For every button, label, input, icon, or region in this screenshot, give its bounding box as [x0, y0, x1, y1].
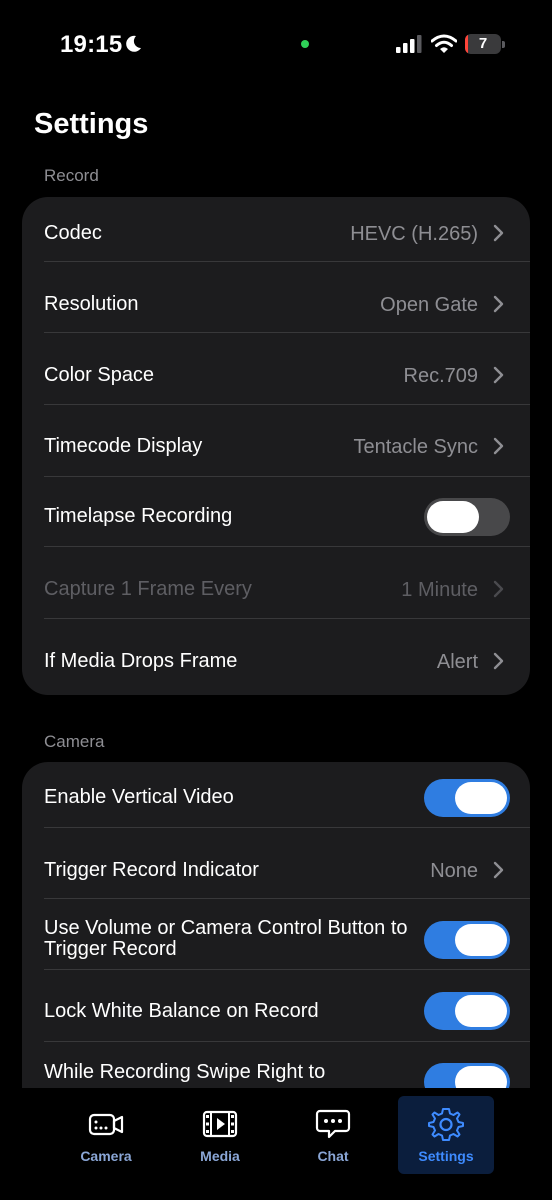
setting-label: Trigger Record Indicator: [44, 859, 259, 881]
setting-label: Timecode Display: [44, 435, 203, 457]
cellular-signal-icon: [396, 35, 422, 53]
gear-icon: [428, 1108, 464, 1141]
tab-label: Settings: [418, 1148, 474, 1164]
wifi-icon: [431, 34, 457, 53]
tab-chat[interactable]: Chat: [285, 1096, 381, 1174]
camera-settings-group: Enable Vertical Video Trigger Record Ind…: [22, 762, 530, 1122]
setting-row-if-media-drops-frame[interactable]: If Media Drops Frame Alert: [22, 619, 530, 695]
film-icon: [202, 1110, 238, 1138]
setting-label: If Media Drops Frame: [44, 650, 238, 672]
status-bar: 19:15 7: [0, 0, 552, 90]
page-title: Settings: [34, 108, 149, 140]
volume-trigger-record-toggle[interactable]: [424, 921, 510, 959]
chevron-right-icon: [493, 366, 504, 384]
chevron-right-icon: [493, 295, 504, 313]
setting-value: Rec.709: [403, 365, 479, 387]
camera-icon: [88, 1113, 124, 1136]
tab-media[interactable]: Media: [172, 1096, 268, 1174]
setting-value: Open Gate: [380, 294, 478, 316]
setting-row-trigger-record-indicator[interactable]: Trigger Record Indicator None: [22, 828, 530, 899]
setting-value: 1 Minute: [401, 579, 478, 601]
setting-row-capture-frame-every: Capture 1 Frame Every 1 Minute: [22, 547, 530, 619]
setting-row-timelapse-recording: Timelapse Recording: [22, 477, 530, 547]
setting-value: None: [430, 860, 478, 882]
setting-value: HEVC (H.265): [350, 223, 478, 245]
setting-label: Capture 1 Frame Every: [44, 578, 252, 600]
setting-label: Codec: [44, 222, 102, 244]
setting-label: Enable Vertical Video: [44, 786, 234, 808]
moon-icon: [126, 35, 141, 52]
chevron-right-icon: [493, 652, 504, 670]
lock-white-balance-toggle[interactable]: [424, 992, 510, 1030]
setting-row-resolution[interactable]: Resolution Open Gate: [22, 262, 530, 333]
setting-row-timecode-display[interactable]: Timecode Display Tentacle Sync: [22, 405, 530, 477]
tab-settings[interactable]: Settings: [398, 1096, 494, 1174]
tab-bar: Camera Media Chat Settings: [0, 1088, 552, 1200]
chevron-right-icon: [493, 224, 504, 242]
chat-bubble-icon: [315, 1109, 351, 1139]
setting-value: Alert: [436, 651, 478, 673]
setting-row-color-space[interactable]: Color Space Rec.709: [22, 333, 530, 405]
setting-row-enable-vertical-video: Enable Vertical Video: [22, 762, 530, 828]
setting-label: While Recording Swipe Right to: [44, 1061, 326, 1083]
timelapse-recording-toggle[interactable]: [424, 498, 510, 536]
setting-row-volume-trigger-record: Use Volume or Camera Control Button to T…: [22, 899, 530, 970]
setting-label: Timelapse Recording: [44, 505, 233, 527]
tab-camera[interactable]: Camera: [58, 1096, 154, 1174]
tab-label: Media: [200, 1148, 240, 1164]
battery-icon: 7: [465, 34, 505, 54]
chevron-right-icon: [493, 437, 504, 455]
setting-label: Resolution: [44, 293, 139, 315]
section-label-camera: Camera: [44, 732, 105, 751]
setting-value: Tentacle Sync: [353, 436, 478, 458]
tab-label: Chat: [317, 1148, 349, 1164]
chevron-right-icon: [493, 580, 504, 598]
enable-vertical-video-toggle[interactable]: [424, 779, 510, 817]
status-time: 19:15: [60, 31, 123, 58]
record-settings-group: Codec HEVC (H.265) Resolution Open Gate …: [22, 197, 530, 695]
setting-label: Lock White Balance on Record: [44, 1000, 319, 1022]
setting-label: Use Volume or Camera Control Button to T…: [44, 917, 408, 960]
battery-level: 7: [478, 35, 488, 52]
activity-indicator-dot: [301, 40, 309, 48]
chevron-right-icon: [493, 861, 504, 879]
setting-label: Color Space: [44, 364, 155, 386]
tab-label: Camera: [80, 1148, 132, 1164]
section-label-record: Record: [44, 166, 99, 185]
setting-row-lock-white-balance: Lock White Balance on Record: [22, 970, 530, 1042]
setting-row-codec[interactable]: Codec HEVC (H.265): [22, 197, 530, 262]
